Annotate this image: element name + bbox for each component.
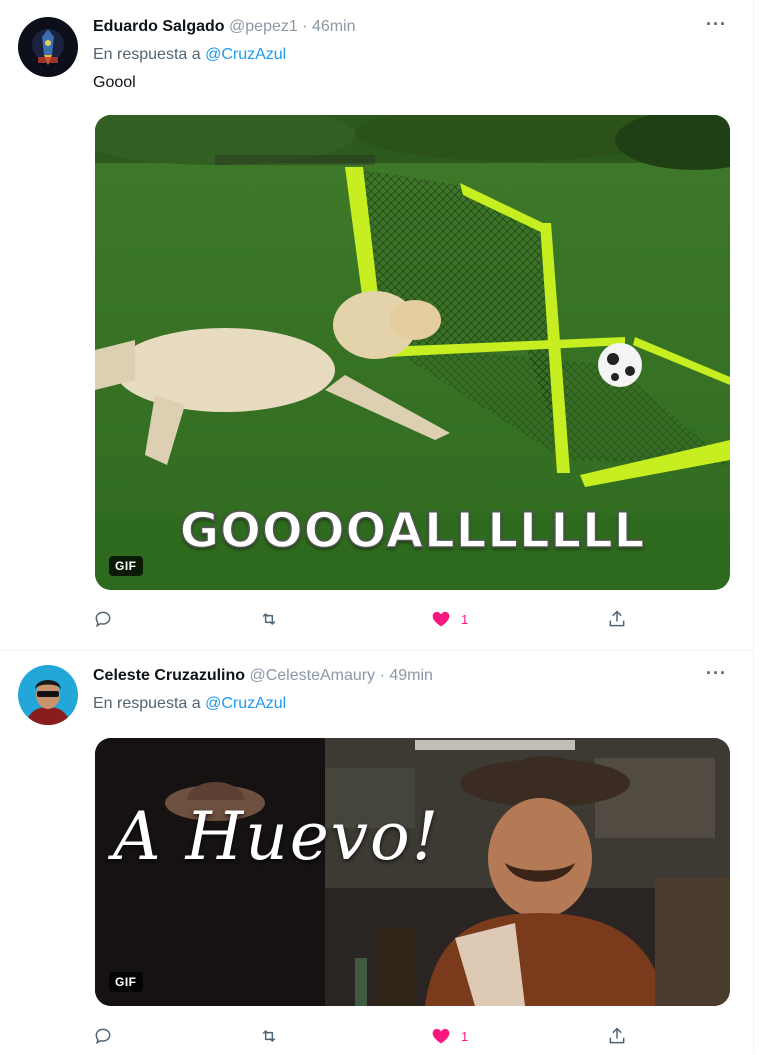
author-handle[interactable]: @CelesteAmaury bbox=[249, 667, 375, 684]
share-button[interactable] bbox=[607, 608, 627, 630]
gif-badge: GIF bbox=[109, 556, 143, 576]
like-button[interactable]: 1 bbox=[431, 608, 468, 630]
tweet[interactable]: Eduardo Salgado @pepez1 · 46min ··· En r… bbox=[0, 0, 753, 650]
author-handle[interactable]: @pepez1 bbox=[229, 18, 298, 35]
reply-mention-link[interactable]: @CruzAzul bbox=[205, 695, 286, 712]
like-button[interactable]: 1 bbox=[431, 1025, 468, 1047]
gif-caption-text: A Huevo! bbox=[113, 798, 441, 875]
like-heart-icon bbox=[432, 1028, 450, 1044]
more-options-icon[interactable]: ··· bbox=[706, 663, 727, 684]
avatar-image bbox=[18, 17, 78, 77]
reply-icon bbox=[95, 611, 111, 628]
like-count: 1 bbox=[461, 611, 469, 627]
reply-context: En respuesta a @CruzAzul bbox=[93, 46, 286, 64]
reply-icon bbox=[95, 1028, 111, 1045]
reply-button[interactable] bbox=[93, 608, 113, 630]
reply-button[interactable] bbox=[93, 1025, 113, 1047]
avatar[interactable] bbox=[18, 665, 78, 725]
more-options-icon[interactable]: ··· bbox=[706, 14, 727, 35]
tweet-header: Celeste Cruzazulino @CelesteAmaury · 49m… bbox=[93, 667, 433, 685]
share-icon bbox=[609, 610, 625, 627]
gif-badge: GIF bbox=[109, 972, 143, 992]
share-icon bbox=[609, 1027, 625, 1044]
like-count: 1 bbox=[461, 1028, 469, 1044]
tweet-timestamp[interactable]: · 46min bbox=[302, 18, 355, 35]
timeline-right-border bbox=[753, 0, 754, 1054]
retweet-icon bbox=[262, 613, 276, 625]
tweet-header: Eduardo Salgado @pepez1 · 46min bbox=[93, 18, 356, 36]
reply-mention-link[interactable]: @CruzAzul bbox=[205, 46, 286, 63]
like-heart-icon bbox=[432, 611, 450, 627]
reply-prefix: En respuesta a bbox=[93, 46, 201, 63]
tweet-gif-media[interactable]: A Huevo! GIF bbox=[95, 738, 730, 1006]
tweet-timestamp[interactable]: · 49min bbox=[380, 667, 433, 684]
tweet[interactable]: Celeste Cruzazulino @CelesteAmaury · 49m… bbox=[0, 650, 753, 1055]
gif-caption-text: GOOOOALLLLLLL bbox=[179, 502, 646, 560]
avatar[interactable] bbox=[18, 17, 78, 77]
author-name[interactable]: Eduardo Salgado bbox=[93, 18, 225, 35]
share-button[interactable] bbox=[607, 1025, 627, 1047]
reply-context: En respuesta a @CruzAzul bbox=[93, 695, 286, 713]
retweet-button[interactable] bbox=[259, 1025, 279, 1047]
tweet-actions: 1 bbox=[93, 1025, 633, 1047]
tweet-text: Goool bbox=[93, 74, 136, 91]
avatar-image bbox=[18, 665, 78, 725]
tweet-actions: 1 bbox=[93, 608, 633, 630]
retweet-button[interactable] bbox=[259, 608, 279, 630]
tweet-gif-media[interactable]: GOOOOALLLLLLL GIF bbox=[95, 115, 730, 590]
reply-prefix: En respuesta a bbox=[93, 695, 201, 712]
author-name[interactable]: Celeste Cruzazulino bbox=[93, 667, 245, 684]
retweet-icon bbox=[262, 1030, 276, 1042]
